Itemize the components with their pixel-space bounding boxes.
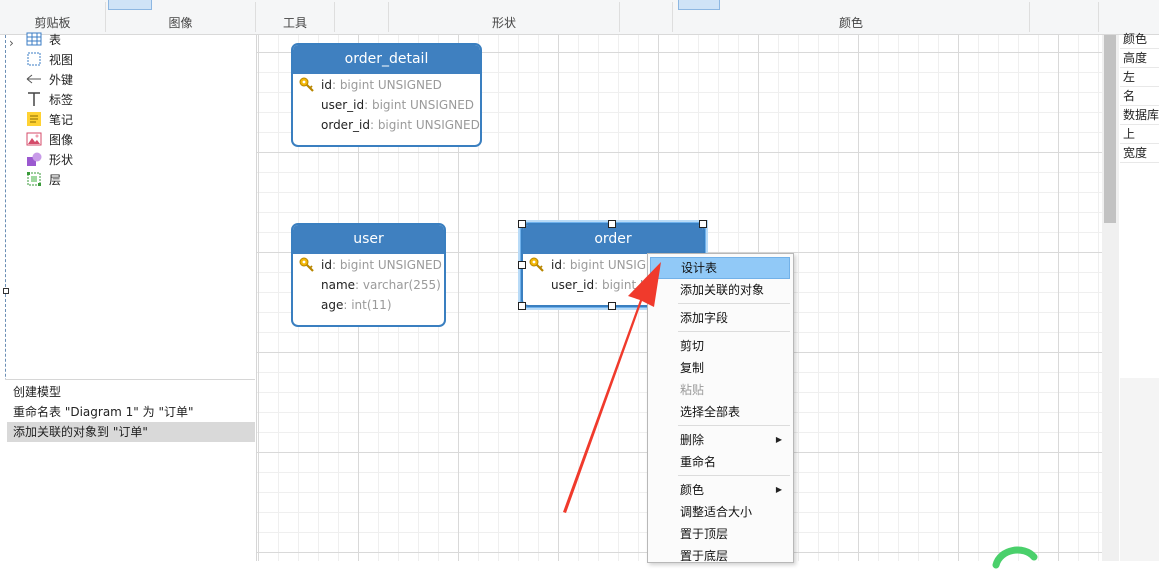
- green-decoration-icon: [992, 546, 1038, 569]
- red-arrow-annotation: [563, 262, 661, 513]
